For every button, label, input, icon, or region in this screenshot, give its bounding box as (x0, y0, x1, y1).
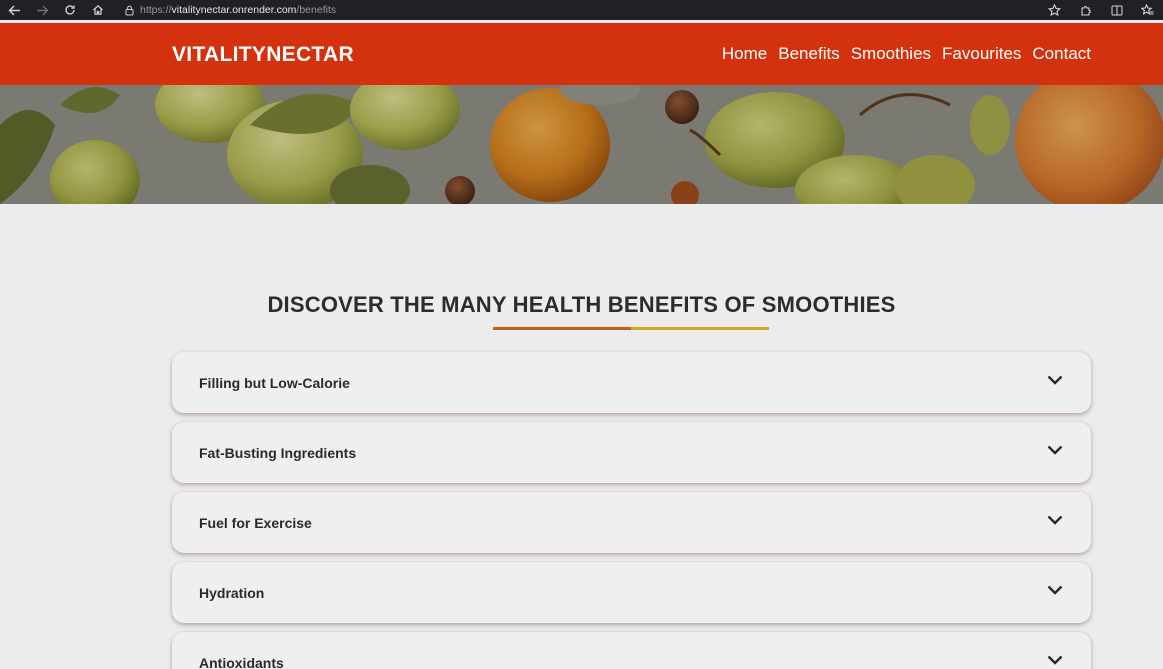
accordion-item-label: Fat-Busting Ingredients (199, 444, 357, 461)
home-icon[interactable] (84, 0, 112, 20)
chevron-down-icon[interactable] (1047, 654, 1063, 666)
main-nav: Home Benefits Smoothies Favourites Conta… (722, 44, 1091, 64)
accordion-item-label: Fuel for Exercise (199, 514, 312, 531)
site-header: VITALITYNECTAR Home Benefits Smoothies F… (0, 23, 1163, 85)
forward-arrow-icon[interactable] (28, 0, 56, 20)
title-underline (493, 327, 769, 330)
logo-part-nectar: NECTAR (266, 43, 354, 66)
accordion-item-label: Filling but Low-Calorie (199, 374, 350, 391)
accordion-item-label: Hydration (199, 584, 265, 601)
chevron-down-icon[interactable] (1047, 514, 1063, 526)
url-host: vitalitynectar.onrender.com (171, 4, 297, 16)
nav-link-favourites[interactable]: Favourites (942, 44, 1021, 64)
url-path: /benefits (296, 4, 337, 16)
extensions-icon[interactable] (1070, 0, 1101, 20)
benefits-accordion: Filling but Low-Calorie Fat-Busting Ingr… (172, 352, 1091, 669)
accordion-item-label: Antioxidants (199, 654, 284, 669)
address-bar[interactable]: https://vitalitynectar.onrender.com/bene… (118, 1, 1068, 19)
site-logo[interactable]: VITALITYNECTAR (172, 43, 354, 67)
favorites-icon[interactable] (1132, 0, 1163, 20)
nav-link-benefits[interactable]: Benefits (778, 44, 839, 64)
browser-toolbar: https://vitalitynectar.onrender.com/bene… (0, 0, 1163, 20)
chevron-down-icon[interactable] (1047, 444, 1063, 456)
nav-link-contact[interactable]: Contact (1032, 44, 1091, 64)
underline-segment-orange (493, 327, 631, 330)
star-icon[interactable] (1039, 0, 1070, 20)
page-title: DISCOVER THE MANY HEALTH BENEFITS OF SMO… (267, 292, 896, 317)
accordion-item-fat-busting[interactable]: Fat-Busting Ingredients (172, 422, 1091, 483)
nav-link-smoothies[interactable]: Smoothies (851, 44, 931, 64)
url-scheme: https:// (140, 4, 172, 16)
split-screen-icon[interactable] (1101, 0, 1132, 20)
accordion-item-antioxidants[interactable]: Antioxidants (172, 632, 1091, 669)
main-content: DISCOVER THE MANY HEALTH BENEFITS OF SMO… (0, 204, 1163, 669)
accordion-item-fuel-exercise[interactable]: Fuel for Exercise (172, 492, 1091, 553)
accordion-item-filling-low-calorie[interactable]: Filling but Low-Calorie (172, 352, 1091, 413)
lock-icon[interactable] (118, 5, 140, 16)
reload-icon[interactable] (56, 0, 84, 20)
chevron-down-icon[interactable] (1047, 374, 1063, 386)
chevron-down-icon[interactable] (1047, 584, 1063, 596)
hero-banner-image (0, 85, 1163, 204)
back-arrow-icon[interactable] (0, 0, 28, 20)
accordion-item-hydration[interactable]: Hydration (172, 562, 1091, 623)
nav-link-home[interactable]: Home (722, 44, 767, 64)
underline-segment-gold (631, 327, 769, 330)
logo-part-vitality: VITALITY (172, 43, 267, 66)
